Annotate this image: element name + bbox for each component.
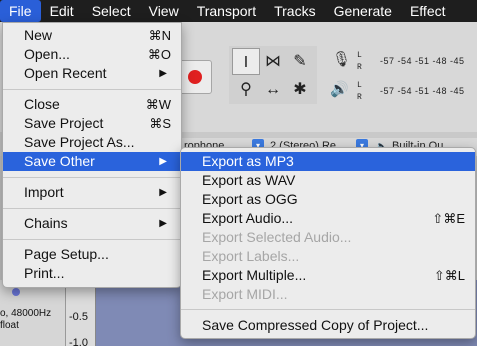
record-icon (188, 70, 202, 84)
menu-separator (3, 89, 181, 90)
shortcut: ⌘N (148, 28, 171, 43)
vertical-ruler: -0.5 -1.0 (66, 280, 96, 346)
track-rate: o, 48000Hz (0, 308, 52, 319)
shortcut: ⌘S (149, 116, 171, 131)
microphone-icon[interactable]: 🎙 (332, 50, 351, 68)
menu-item-label: Save Project As... (24, 134, 135, 150)
menu-item-page-setup[interactable]: Page Setup... (3, 245, 181, 264)
menu-separator (3, 239, 181, 240)
pencil-icon[interactable]: ✎ (286, 48, 314, 75)
ruler-label: -1.0 (69, 337, 88, 346)
menu-separator (3, 208, 181, 209)
menu-item-export-audio[interactable]: Export Audio... ⇧⌘E (181, 209, 475, 228)
menu-item-label: Save Compressed Copy of Project... (202, 317, 429, 333)
menu-item-label: Export Labels... (202, 248, 300, 264)
menu-item-export-wav[interactable]: Export as WAV (181, 171, 475, 190)
menu-separator (181, 309, 475, 310)
menu-item-chains[interactable]: Chains ▶ (3, 214, 181, 233)
file-menu: New ⌘N Open... ⌘O Open Recent ▶ Close ⌘W… (2, 22, 182, 288)
menu-generate[interactable]: Generate (325, 0, 401, 22)
envelope-icon[interactable]: ⋈ (259, 48, 287, 75)
menu-item-export-selected-audio: Export Selected Audio... (181, 228, 475, 247)
speaker-icon[interactable]: 🔊 (330, 80, 349, 98)
menu-item-label: Save Project (24, 115, 104, 131)
menu-item-import[interactable]: Import ▶ (3, 183, 181, 202)
playback-meter-scale[interactable]: -57 -54 -51 -48 -45 (380, 86, 465, 96)
meter-l-label: L (357, 51, 362, 60)
menu-tracks[interactable]: Tracks (265, 0, 324, 22)
meter-l-label: L (357, 81, 362, 90)
menu-item-export-multiple[interactable]: Export Multiple... ⇧⌘L (181, 266, 475, 285)
menu-item-export-ogg[interactable]: Export as OGG (181, 190, 475, 209)
ibeam-icon[interactable]: I (232, 48, 260, 75)
tools-toolbar: I ⋈ ✎ ⚲ ↔ ✱ (229, 46, 317, 104)
menu-item-label: Export Audio... (202, 210, 294, 226)
menu-item-label: Import (24, 184, 64, 200)
menu-view[interactable]: View (140, 0, 188, 22)
menu-separator (3, 177, 181, 178)
multi-tool-icon[interactable]: ✱ (286, 76, 314, 103)
submenu-arrow-icon: ▶ (159, 218, 167, 229)
menu-effect[interactable]: Effect (401, 0, 455, 22)
shortcut: ⌘W (145, 97, 171, 112)
menu-bar: File Edit Select View Transport Tracks G… (0, 0, 477, 22)
menu-item-label: Export as MP3 (202, 153, 294, 169)
menu-item-open-recent[interactable]: Open Recent ▶ (3, 64, 181, 83)
menu-item-save-other[interactable]: Save Other ▶ (3, 152, 181, 171)
menu-item-label: Print... (24, 265, 65, 281)
menu-item-label: Export MIDI... (202, 286, 288, 302)
menu-item-label: Export as OGG (202, 191, 298, 207)
menu-item-label: Export as WAV (202, 172, 296, 188)
menu-transport[interactable]: Transport (188, 0, 265, 22)
menu-item-export-midi: Export MIDI... (181, 285, 475, 304)
menu-select[interactable]: Select (83, 0, 140, 22)
submenu-arrow-icon: ▶ (159, 156, 167, 167)
menu-item-save-project-as[interactable]: Save Project As... (3, 133, 181, 152)
timeshift-icon[interactable]: ↔ (259, 76, 287, 103)
submenu-arrow-icon: ▶ (159, 187, 167, 198)
track-format: float (0, 320, 19, 331)
ruler-label: -0.5 (69, 311, 88, 323)
menu-item-open[interactable]: Open... ⌘O (3, 45, 181, 64)
menu-item-label: Open... (24, 46, 70, 62)
zoom-icon[interactable]: ⚲ (232, 76, 260, 103)
record-button[interactable] (178, 60, 212, 94)
menu-item-export-mp3[interactable]: Export as MP3 (181, 152, 475, 171)
save-other-submenu: Export as MP3 Export as WAV Export as OG… (180, 147, 476, 339)
menu-file[interactable]: File (0, 0, 41, 22)
meter-r-label: R (357, 93, 362, 102)
menu-item-label: Export Selected Audio... (202, 229, 352, 245)
menu-edit[interactable]: Edit (41, 0, 83, 22)
menu-item-label: Save Other (24, 153, 95, 169)
menu-item-save-compressed-copy[interactable]: Save Compressed Copy of Project... (181, 316, 475, 335)
submenu-arrow-icon: ▶ (159, 68, 167, 79)
menu-item-print[interactable]: Print... (3, 264, 181, 283)
menu-item-export-labels: Export Labels... (181, 247, 475, 266)
pan-slider-knob[interactable] (12, 288, 20, 296)
record-meter-scale[interactable]: -57 -54 -51 -48 -45 (380, 56, 465, 66)
menu-item-label: Close (24, 96, 60, 112)
menu-item-label: New (24, 27, 53, 43)
menu-item-close[interactable]: Close ⌘W (3, 95, 181, 114)
shortcut: ⌘O (147, 47, 171, 62)
shortcut: ⇧⌘L (433, 268, 465, 283)
menu-item-label: Chains (24, 215, 68, 231)
meter-r-label: R (357, 63, 362, 72)
menu-item-new[interactable]: New ⌘N (3, 26, 181, 45)
shortcut: ⇧⌘E (432, 211, 465, 226)
menu-item-label: Open Recent (24, 65, 107, 81)
menu-item-label: Page Setup... (24, 246, 109, 262)
menu-item-label: Export Multiple... (202, 267, 307, 283)
menu-item-save-project[interactable]: Save Project ⌘S (3, 114, 181, 133)
